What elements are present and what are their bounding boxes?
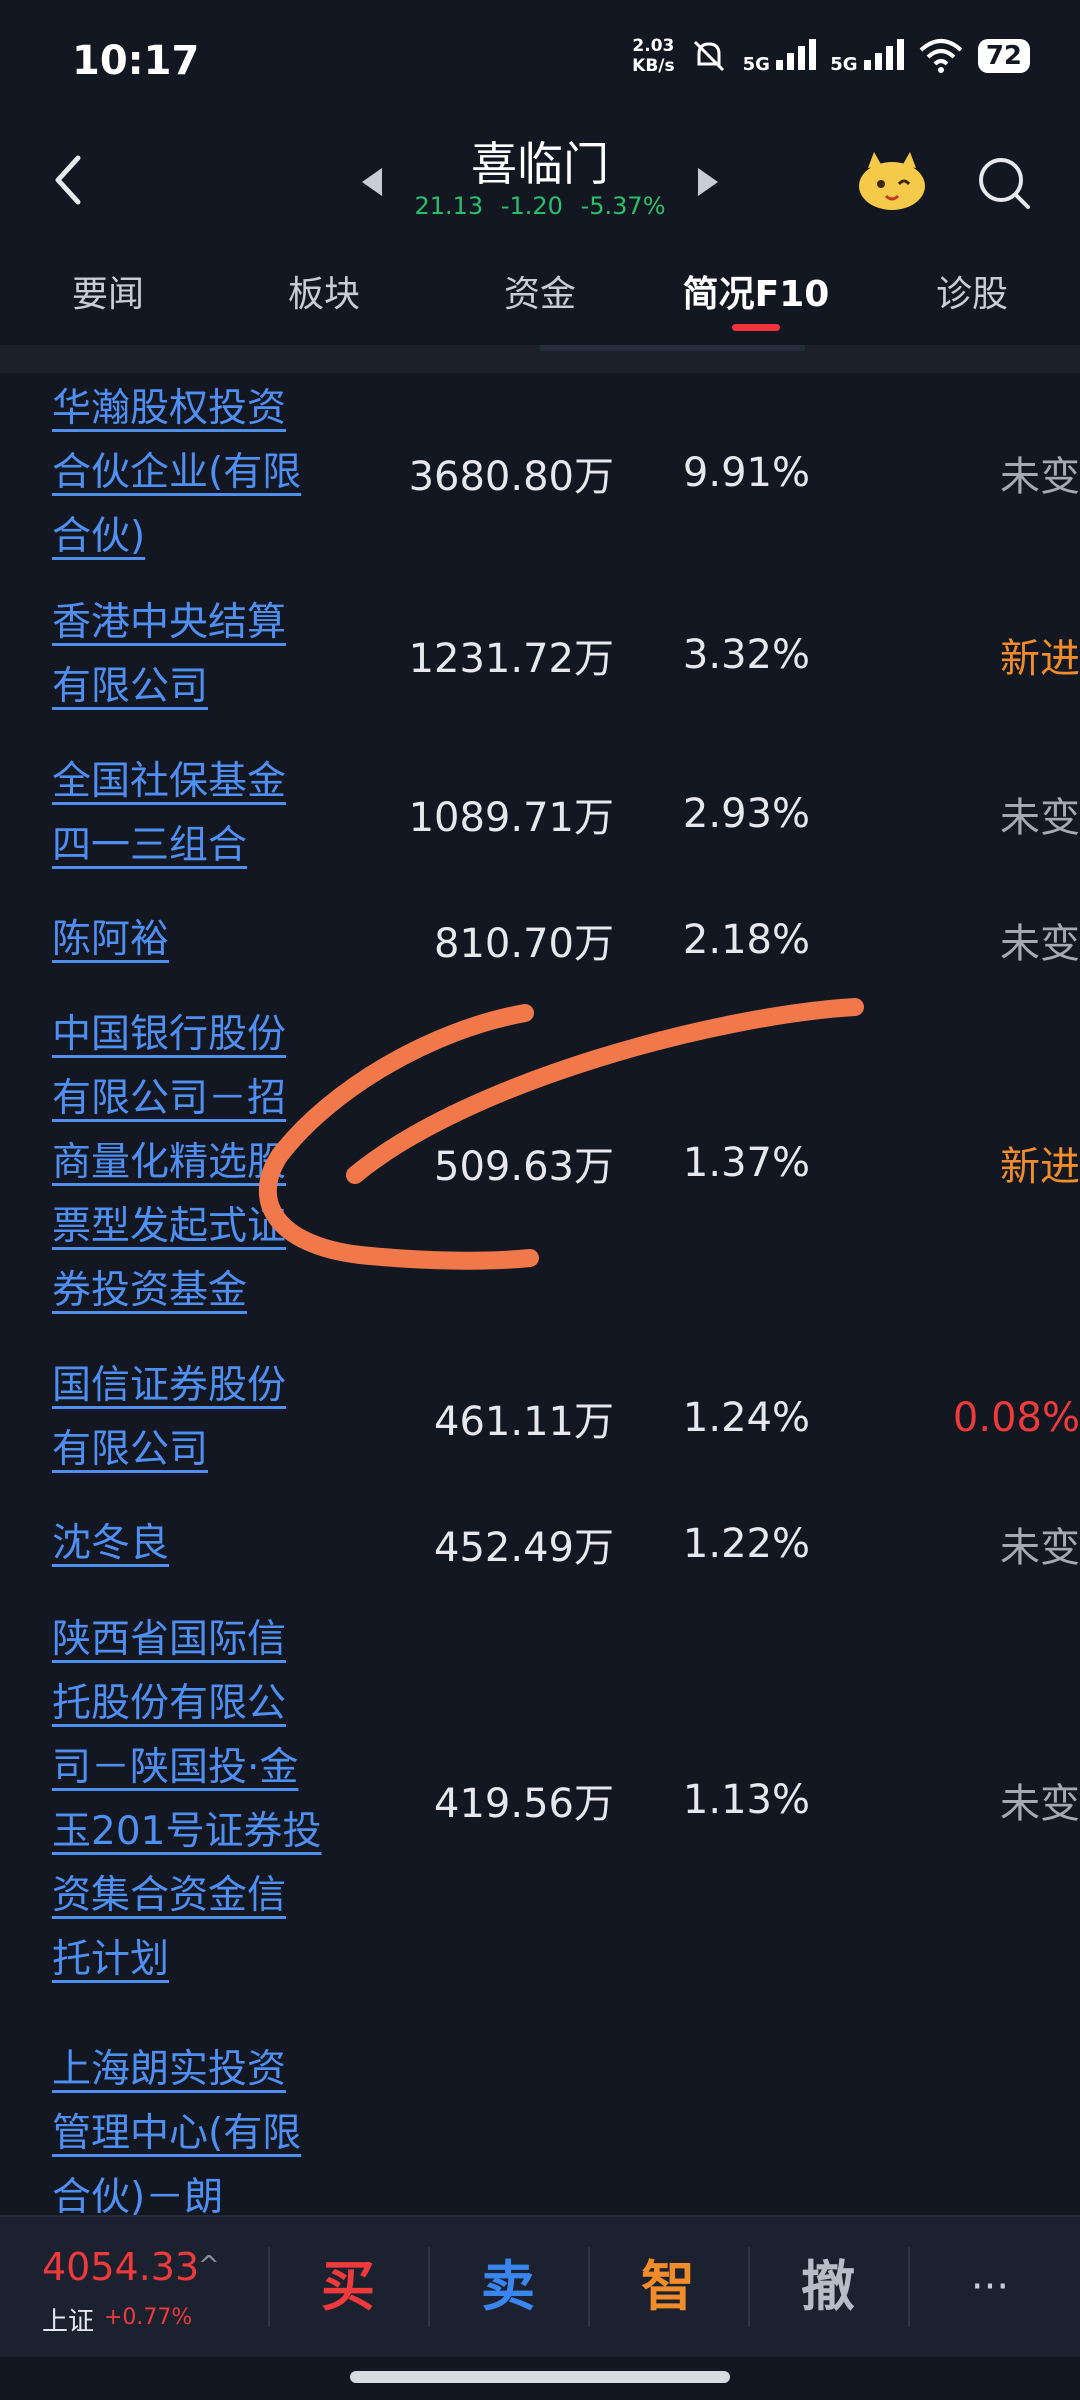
holder-ratio: 1.37%: [682, 1140, 810, 1186]
search-icon[interactable]: [975, 154, 1033, 212]
holder-change: 未变: [1000, 453, 1080, 500]
table-row: 全国社保基金四一三组合 1089.71万 2.93% 未变: [0, 735, 1080, 892]
wifi-icon: [919, 39, 963, 73]
tab-news[interactable]: 要闻: [0, 245, 216, 345]
subtab-highlight: [540, 345, 805, 351]
index-change: +0.77%: [104, 2305, 193, 2330]
holder-ratio: 1.22%: [682, 1521, 810, 1567]
holder-name-link[interactable]: 陈阿裕: [52, 908, 322, 972]
holder-name-link[interactable]: 中国银行股份有限公司－招商量化精选股票型发起式证券投资基金: [52, 1003, 322, 1323]
table-row: 中国银行股份有限公司－招商量化精选股票型发起式证券投资基金 509.63万 1.…: [0, 988, 1080, 1338]
holder-name-link[interactable]: 国信证券股份有限公司: [52, 1354, 322, 1482]
holder-name-link[interactable]: 上海朗实投资管理中心(有限合伙)－朗: [52, 2038, 322, 2230]
holder-ratio: 2.18%: [682, 917, 810, 963]
clock: 10:17: [72, 38, 200, 84]
holder-change: 未变: [1000, 1781, 1080, 1827]
holder-name-link[interactable]: 陕西省国际信托股份有限公司－陕国投·金玉201号证券投资集合资金信托计划: [52, 1608, 322, 1992]
signal-1-label: 5G: [742, 53, 770, 75]
table-row: 香港中央结算有限公司 1231.72万 3.32% 新进: [0, 575, 1080, 735]
signal-bars-icon: [776, 38, 817, 70]
holder-name-link[interactable]: 沈冬良: [52, 1512, 322, 1576]
stock-change-pct: -5.37%: [580, 192, 666, 220]
signal-2: 5G: [830, 38, 904, 75]
holder-change: 未变: [1000, 794, 1080, 841]
next-stock-icon[interactable]: [698, 168, 718, 196]
subtab-strip: [0, 345, 1080, 373]
stock-price: 21.13: [414, 192, 484, 220]
sell-button[interactable]: 卖: [428, 2217, 588, 2357]
table-row: 国信证券股份有限公司 461.11万 1.24% 0.08%: [0, 1338, 1080, 1498]
status-bar: 10:17 2.03 KB/s 5G 5G 72: [0, 0, 1080, 120]
stock-header: 喜临门 21.13 -1.20 -5.37%: [0, 120, 1080, 245]
holder-shares: 1231.72万: [408, 636, 614, 682]
holder-change: 未变: [1000, 921, 1080, 967]
holder-shares: 810.70万: [434, 921, 614, 967]
status-icons: 2.03 KB/s 5G 5G 72: [632, 36, 1030, 76]
index-value[interactable]: 4054.33: [42, 2245, 199, 2289]
signal-bars-icon: [863, 38, 904, 70]
holder-shares: 452.49万: [434, 1525, 614, 1571]
holder-change: 新进: [1000, 636, 1080, 682]
signal-1: 5G: [743, 38, 817, 75]
bottom-trade-bar: 4054.33 ^ 上证 +0.77% 买 卖 智 撤 ···: [0, 2215, 1080, 2357]
holder-name-link[interactable]: 全国社保基金四一三组合: [52, 750, 322, 878]
table-row: 上海朗实投资管理中心(有限合伙)－朗: [0, 2010, 1080, 2220]
home-indicator[interactable]: [350, 2371, 730, 2383]
holder-shares: 3680.80万: [408, 453, 614, 500]
more-icon[interactable]: ···: [910, 2217, 1070, 2357]
signal-2-label: 5G: [830, 53, 858, 75]
holder-name-link[interactable]: 香港中央结算有限公司: [52, 591, 322, 719]
tab-f10[interactable]: 简况F10: [648, 245, 864, 345]
holder-ratio: 1.13%: [682, 1777, 810, 1823]
tab-sector[interactable]: 板块: [216, 245, 432, 345]
tab-bar: 要闻 板块 资金 简况F10 诊股: [0, 245, 1080, 345]
chevron-up-icon[interactable]: ^: [198, 2251, 220, 2281]
cancel-order-button[interactable]: 撤: [748, 2217, 908, 2357]
holder-ratio: 9.91%: [682, 449, 810, 496]
holder-ratio: 2.93%: [682, 790, 810, 837]
holder-shares: 419.56万: [434, 1781, 614, 1827]
mascot-icon[interactable]: [856, 150, 928, 212]
holder-name-link[interactable]: 华瀚股权投资合伙企业(有限合伙): [52, 377, 322, 569]
battery-indicator: 72: [977, 39, 1030, 73]
holder-change: 新进: [1000, 1144, 1080, 1190]
net-speed-value: 2.03: [632, 36, 675, 56]
holder-shares: 461.11万: [434, 1399, 614, 1445]
mute-bell-icon: [693, 40, 724, 72]
tab-funds[interactable]: 资金: [432, 245, 648, 345]
holder-shares: 1089.71万: [408, 794, 614, 841]
buy-button[interactable]: 买: [268, 2217, 428, 2357]
shareholder-table: 华瀚股权投资合伙企业(有限合伙) 3680.80万 9.91% 未变 香港中央结…: [0, 370, 1080, 2221]
holder-ratio: 3.32%: [682, 632, 810, 678]
net-speed-unit: KB/s: [632, 56, 675, 76]
stock-change: -1.20: [500, 192, 563, 220]
net-speed: 2.03 KB/s: [632, 36, 674, 76]
smart-button[interactable]: 智: [588, 2217, 748, 2357]
holder-shares: 509.63万: [434, 1144, 614, 1190]
index-name: 上证: [42, 2307, 95, 2337]
tab-diagnosis[interactable]: 诊股: [864, 245, 1080, 345]
table-row: 陈阿裕 810.70万 2.18% 未变: [0, 892, 1080, 988]
table-row: 华瀚股权投资合伙企业(有限合伙) 3680.80万 9.91% 未变: [0, 370, 1080, 575]
holder-change: 未变: [1000, 1525, 1080, 1571]
table-row: 陕西省国际信托股份有限公司－陕国投·金玉201号证券投资集合资金信托计划 419…: [0, 1590, 1080, 2010]
table-row: 沈冬良 452.49万 1.22% 未变: [0, 1498, 1080, 1590]
holder-change: 0.08%: [952, 1395, 1080, 1441]
holder-ratio: 1.24%: [682, 1395, 810, 1441]
